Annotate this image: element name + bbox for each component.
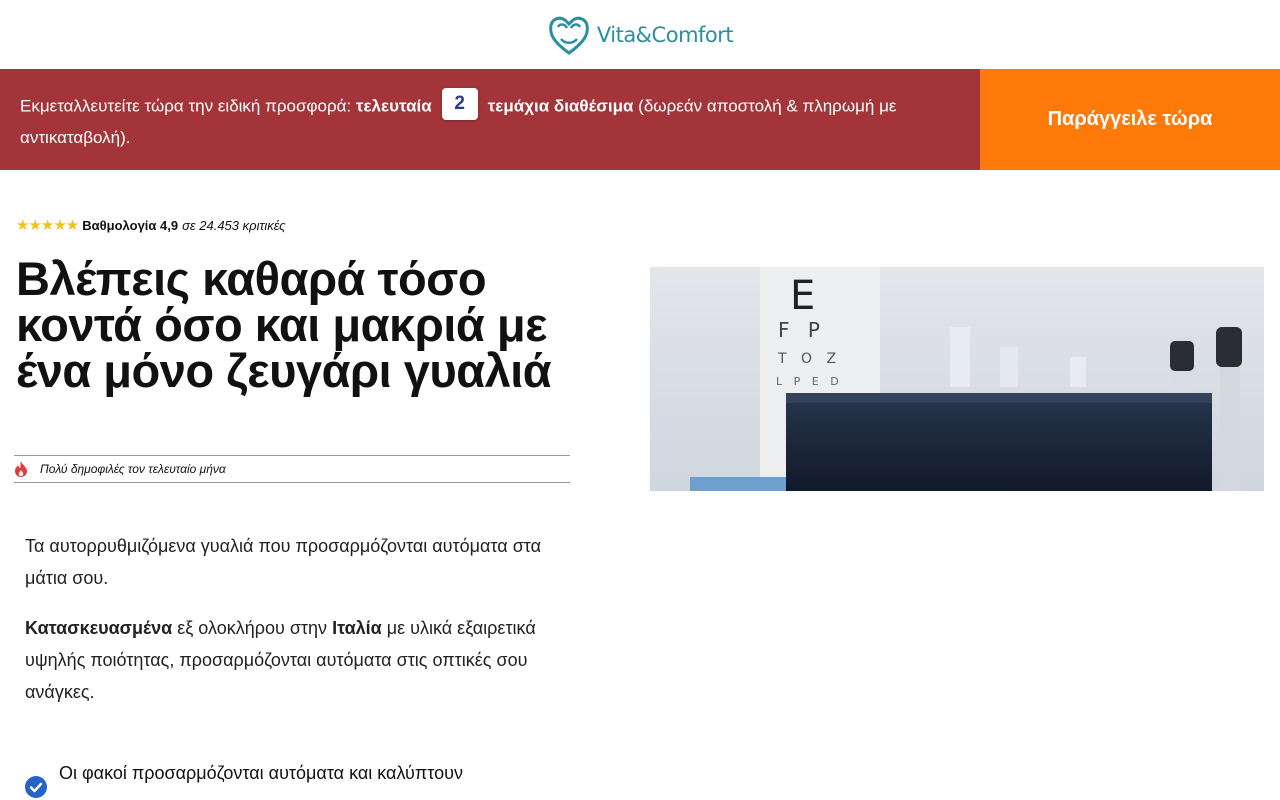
product-box-photo: E F P T O Z L P E D xyxy=(650,267,1264,491)
rating: ★★★★★ Βαθμολογία 4,9 σε 24.453 κριτικές xyxy=(16,216,285,234)
rating-score: Βαθμολογία 4,9 xyxy=(82,217,179,233)
logo[interactable]: Vita&Comfort xyxy=(547,13,734,57)
svg-text:E: E xyxy=(790,273,815,319)
order-now-button[interactable]: Παράγγειλε τώρα xyxy=(980,69,1280,170)
rating-count: σε 24.453 κριτικές xyxy=(182,217,286,233)
popular-banner: Πολύ δημοφιλές τον τελευταίο μήνα xyxy=(14,455,570,483)
description-paragraph-2: Κατασκευασμένα εξ ολοκλήρου στην Ιταλία … xyxy=(25,618,536,702)
description-paragraph-1: Τα αυτορρυθμιζόμενα γυαλιά που προσαρμόζ… xyxy=(25,536,542,588)
quantity-badge: 2 xyxy=(441,88,478,120)
made-label: Κατασκευασμένα xyxy=(25,618,173,638)
logo-text: Vita&Comfort xyxy=(596,22,734,47)
svg-text:T O Z: T O Z xyxy=(777,351,841,367)
rating-stars-icon: ★★★★★ xyxy=(16,217,79,234)
svg-text:L P E D: L P E D xyxy=(776,375,843,388)
feature-text: Οι φακοί προσαρμόζονται αυτόματα και καλ… xyxy=(59,763,464,783)
offer-intro: Εκμεταλλευτείτε τώρα την ειδική προσφορά… xyxy=(20,96,356,116)
site-header: Vita&Comfort xyxy=(0,0,1280,69)
feature-item: Οι φακοί προσαρμόζονται αυτόματα και καλ… xyxy=(25,760,545,798)
logo-heart-icon xyxy=(548,16,589,55)
product-image: E F P T O Z L P E D xyxy=(650,267,1264,491)
offer-bar: Εκμεταλλευτείτε τώρα την ειδική προσφορά… xyxy=(0,69,1280,170)
italy-label: Ιταλία xyxy=(332,618,382,638)
offer-pieces-label: τεμάχια διαθέσιμα xyxy=(487,96,634,116)
offer-last-label: τελευταία xyxy=(355,96,432,116)
svg-text:F P: F P xyxy=(778,318,826,342)
description: Τα αυτορρυθμιζόμενα γυαλιά που προσαρμόζ… xyxy=(25,530,555,726)
page-title: Βλέπεις καθαρά τόσο κοντά όσο και μακριά… xyxy=(16,252,552,397)
popular-text: Πολύ δημοφιλές τον τελευταίο μήνα xyxy=(40,462,226,476)
check-circle-icon xyxy=(25,776,47,798)
offer-text: Εκμεταλλευτείτε τώρα την ειδική προσφορά… xyxy=(0,69,980,170)
fire-icon xyxy=(15,461,27,477)
